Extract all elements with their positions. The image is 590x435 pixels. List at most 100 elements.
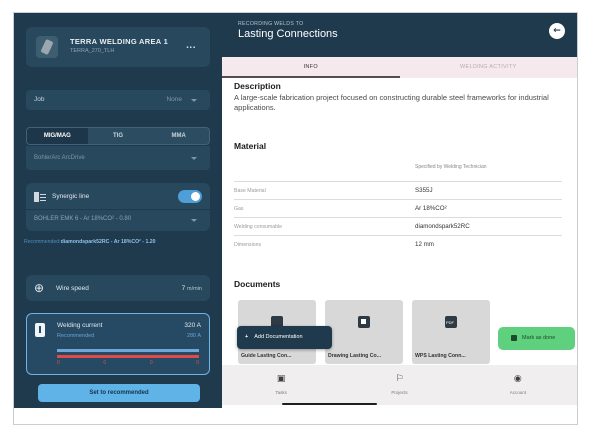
nav-projects[interactable]: ⚐ Projects	[340, 365, 458, 405]
add-documentation-button[interactable]: + Add Documentation	[237, 326, 332, 349]
welding-current-card[interactable]: Welding current Recommended 320 A 280 A …	[26, 313, 210, 375]
range-ticks: 0 0 0 0	[57, 360, 199, 366]
synergic-toggle[interactable]	[178, 190, 202, 203]
current-gauge-icon	[35, 323, 45, 337]
checkbox-icon	[511, 334, 517, 341]
nav-label: Tasks	[275, 390, 287, 395]
clipboard-icon: ▣	[276, 374, 286, 384]
document-name: WPS Lasting Conn...	[415, 353, 466, 359]
synergic-label: Synergic line	[52, 193, 90, 200]
pdf-icon: PDF	[445, 316, 457, 328]
wire-value: BohlerArc ArcDrive	[34, 155, 85, 161]
description-text: A large-scale fabrication project focuse…	[234, 93, 549, 112]
job-value: None	[166, 96, 182, 103]
header-kicker: RECORDING WELDS TO	[238, 21, 304, 27]
app-frame: TERRA WELDING AREA 1 TERRA_270_TLH ... J…	[13, 12, 578, 425]
material-row: Dimensions 12 mm	[234, 235, 562, 253]
detail-tabs: INFO WELDING ACTIVITY	[222, 57, 577, 78]
documents-heading: Documents	[234, 279, 281, 289]
tab-welding-activity[interactable]: WELDING ACTIVITY	[400, 57, 578, 78]
arrow-left-icon[interactable]: ←	[549, 23, 565, 39]
tab-mig-mag[interactable]: MIG/MAG	[27, 128, 88, 144]
job-select[interactable]: Job None	[26, 90, 210, 110]
material-row: Base Material S355J	[234, 181, 562, 199]
description-heading: Description	[234, 81, 281, 91]
welding-current-value: 320 A	[184, 322, 201, 329]
range-tick: 0	[103, 360, 107, 366]
machine-name: TERRA WELDING AREA 1	[70, 37, 169, 46]
mark-as-done-button[interactable]: Mark as done	[498, 327, 575, 350]
welding-current-label: Welding current	[57, 322, 103, 329]
recommended-value: diamondspark52RC - Ar 18%CO² - 1.20	[60, 239, 156, 245]
material-key: Dimensions	[234, 242, 262, 248]
material-value: S355J	[415, 187, 433, 194]
machine-card[interactable]: TERRA WELDING AREA 1 TERRA_270_TLH ...	[26, 27, 210, 67]
flag-icon: ⚐	[395, 374, 404, 384]
material-key: Gas	[234, 206, 244, 212]
current-range-bar	[57, 355, 199, 358]
add-documentation-label: Add Documentation	[254, 334, 303, 340]
more-options-icon[interactable]: ...	[186, 40, 196, 51]
welding-settings-panel: TERRA WELDING AREA 1 TERRA_270_TLH ... J…	[14, 13, 222, 408]
machine-id: TERRA_270_TLH	[70, 48, 115, 54]
material-row: Gas Ar 18%CO²	[234, 199, 562, 217]
wire-speed-number: 7	[181, 285, 186, 292]
document-card[interactable]: Drawing Lasting Co...	[325, 300, 403, 364]
synergic-card: Synergic line BOHLER EMK 6 - Ar 18%CO² -…	[26, 183, 210, 231]
nav-tasks[interactable]: ▣ Tasks	[222, 365, 340, 405]
material-value: 12 mm	[415, 241, 434, 248]
wire-speed-card[interactable]: ⊕ Wire speed 7 m/min	[26, 275, 210, 301]
range-tick: 0	[196, 360, 199, 366]
pdf-badge: PDF	[446, 320, 454, 325]
recommended-prefix: Recommended:	[24, 239, 61, 245]
recommended-current: 280 A	[187, 333, 201, 339]
account-icon: ◉	[513, 374, 522, 384]
plus-icon: +	[245, 334, 249, 340]
current-unit: A	[196, 322, 201, 329]
material-value: diamondspark52RC	[415, 223, 470, 230]
job-label: Job	[34, 96, 45, 103]
document-card[interactable]: PDF WPS Lasting Conn...	[412, 300, 490, 364]
synergic-line-select[interactable]: BOHLER EMK 6 - Ar 18%CO² - 0.80	[34, 216, 131, 222]
range-tick: 0	[149, 360, 153, 366]
nav-label: Projects	[391, 390, 408, 395]
image-icon	[358, 316, 370, 328]
synergic-line-icon	[34, 192, 46, 202]
wire-select[interactable]: BohlerArc ArcDrive	[26, 146, 210, 170]
wire-speed-unit: m/min	[187, 286, 202, 292]
bottom-navigation: ▣ Tasks ⚐ Projects ◉ Account	[222, 365, 577, 405]
page-title: Lasting Connections	[238, 28, 338, 40]
recommended-range-bar	[57, 349, 199, 352]
chevron-down-icon	[191, 219, 197, 222]
chevron-down-icon	[191, 157, 197, 160]
wire-speed-value: 7 m/min	[182, 285, 202, 292]
current-number: 320	[184, 322, 196, 329]
project-detail-panel: RECORDING WELDS TO Lasting Connections ←…	[222, 13, 577, 408]
tab-tig[interactable]: TIG	[88, 128, 149, 144]
wire-spool-icon: ⊕	[34, 281, 45, 295]
mark-as-done-label: Mark as done	[522, 335, 556, 341]
document-name: Guide Lasting Con...	[241, 353, 292, 359]
material-key: Welding consumable	[234, 224, 283, 230]
document-name: Drawing Lasting Co...	[328, 353, 382, 359]
wire-speed-label: Wire speed	[56, 285, 89, 292]
nav-label: Account	[509, 390, 526, 395]
recommended-number: 280	[186, 333, 197, 339]
material-row: Welding consumable diamondspark52RC	[234, 217, 562, 235]
divider	[26, 209, 210, 210]
recommended-unit: A	[197, 333, 201, 339]
material-heading: Material	[234, 141, 267, 151]
home-indicator	[282, 403, 377, 405]
tab-info[interactable]: INFO	[222, 57, 400, 78]
process-tabs: MIG/MAG TIG MMA	[26, 127, 210, 145]
set-to-recommended-button[interactable]: Set to recommended	[38, 384, 200, 402]
recommended-label: Recommended	[57, 333, 95, 339]
nav-account[interactable]: ◉ Account	[459, 365, 577, 405]
header-bar: RECORDING WELDS TO Lasting Connections ←	[222, 13, 577, 57]
chevron-down-icon	[191, 99, 197, 102]
material-specified-by: Specified by Welding Technician	[415, 164, 487, 170]
recommended-line: Recommended:diamondspark52RC - Ar 18%CO²…	[24, 239, 156, 245]
material-value: Ar 18%CO²	[415, 205, 447, 212]
welding-torch-icon	[36, 36, 58, 58]
tab-mma[interactable]: MMA	[148, 128, 209, 144]
